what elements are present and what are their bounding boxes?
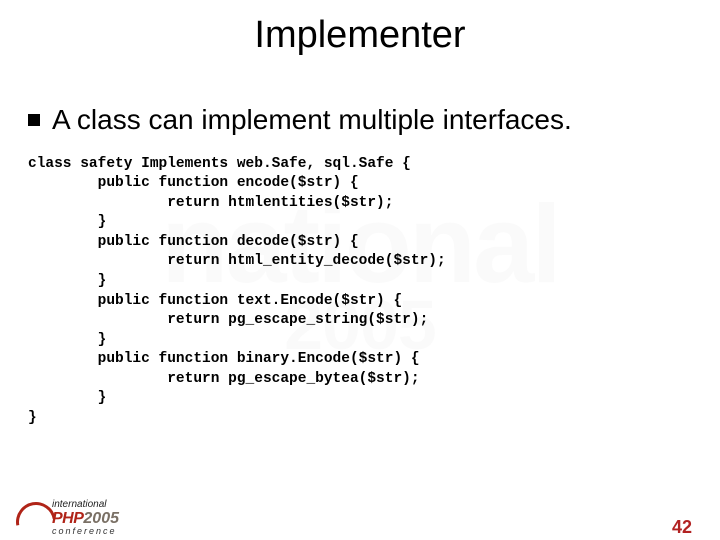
- logo-year: 2005: [83, 510, 119, 527]
- logo-text: international PHP2005 conference: [52, 500, 119, 537]
- page-number: 42: [672, 517, 692, 538]
- logo-brand: PHP: [52, 510, 83, 527]
- code-block: class safety Implements web.Safe, sql.Sa…: [0, 155, 720, 429]
- slide-title: Implementer: [0, 14, 720, 57]
- bullet-text: A class can implement multiple interface…: [52, 103, 572, 137]
- conference-logo: international PHP2005 conference: [16, 496, 156, 540]
- square-bullet-icon: [28, 114, 40, 126]
- bullet-item: A class can implement multiple interface…: [0, 103, 720, 137]
- logo-line-conference: conference: [52, 527, 119, 536]
